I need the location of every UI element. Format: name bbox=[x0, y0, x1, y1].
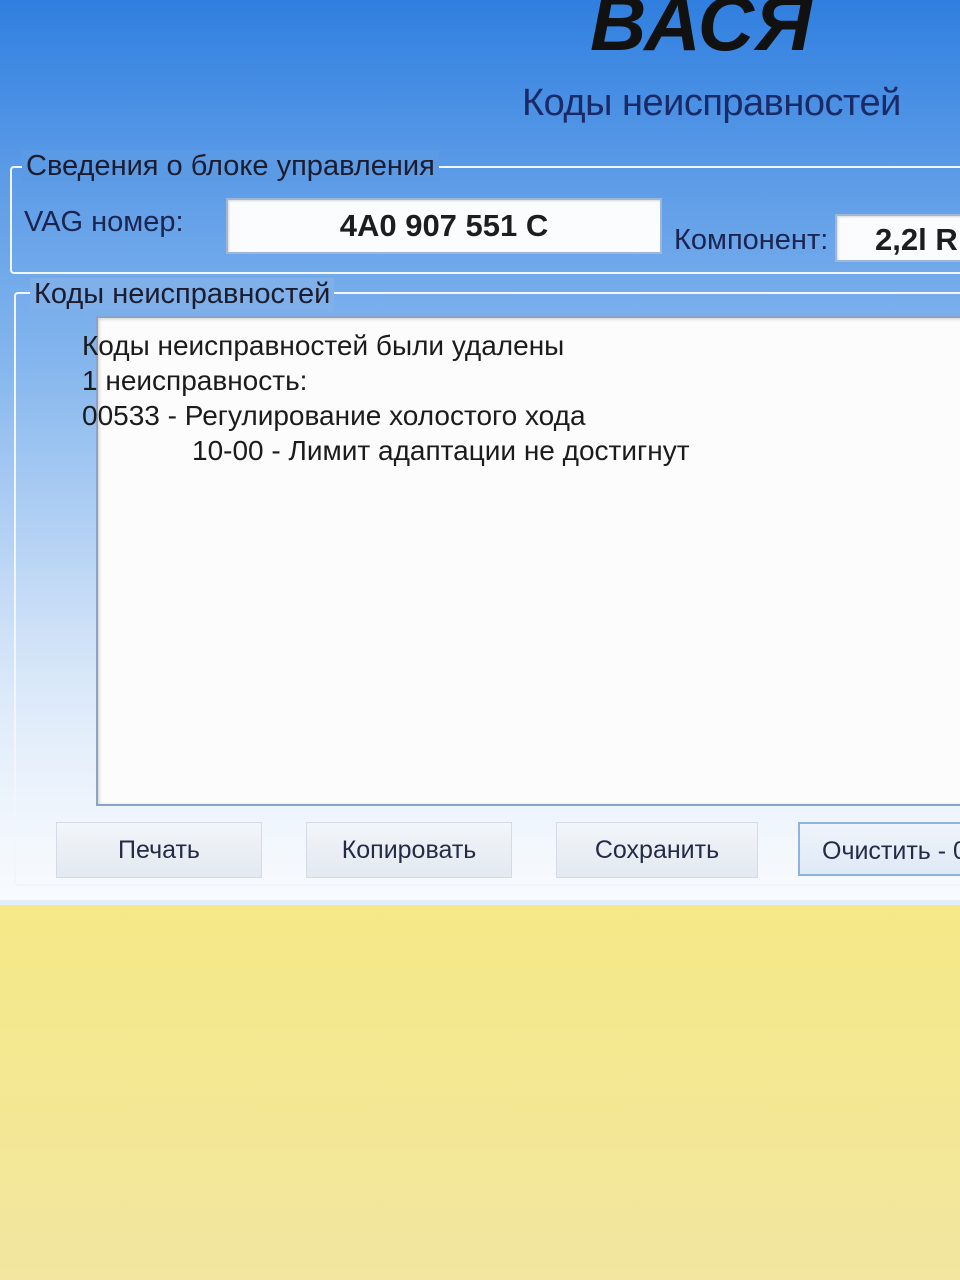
window-subtitle: Коды неисправностей bbox=[522, 82, 901, 124]
vag-number-field[interactable]: 4A0 907 551 C bbox=[226, 198, 662, 254]
copy-button[interactable]: Копировать bbox=[306, 822, 512, 878]
fault-code-line: 00533 - Регулирование холостого хода bbox=[82, 400, 586, 431]
control-unit-group-legend: Сведения о блоке управления bbox=[22, 150, 439, 183]
fault-status-line: Коды неисправностей были удалены bbox=[82, 330, 565, 361]
app-logo: ВАСЯ bbox=[590, 0, 813, 67]
fault-codes-textarea[interactable]: Коды неисправностей были удалены 1 неисп… bbox=[82, 316, 960, 806]
save-button[interactable]: Сохранить bbox=[556, 822, 758, 878]
clear-codes-button[interactable]: Очистить - 0 bbox=[798, 822, 960, 876]
print-button[interactable]: Печать bbox=[56, 822, 262, 878]
vag-number-label: VAG номер: bbox=[24, 206, 184, 238]
app-window: ВАСЯ Коды неисправностей Сведения о блок… bbox=[0, 0, 960, 905]
component-field[interactable]: 2,2l R bbox=[835, 214, 960, 262]
fault-codes-group-legend: Коды неисправностей bbox=[30, 278, 335, 311]
fault-count-line: 1 неисправность: bbox=[82, 365, 308, 396]
fault-detail-line: 10-00 - Лимит адаптации не достигнут bbox=[192, 435, 690, 466]
component-label: Компонент: bbox=[674, 224, 829, 256]
fault-codes-text: Коды неисправностей были удалены 1 неисп… bbox=[82, 328, 690, 468]
